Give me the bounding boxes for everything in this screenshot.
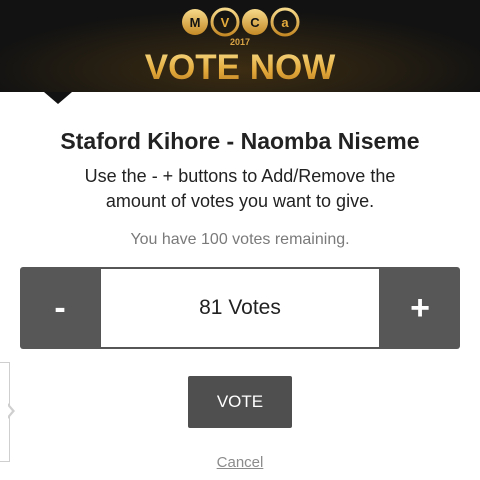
increase-votes-button[interactable]: +	[380, 267, 460, 349]
candidate-title: Staford Kihore - Naomba Niseme	[60, 128, 420, 154]
instructions-line-2: amount of votes you want to give.	[105, 191, 375, 211]
header-banner: M V C a 2017 VOTE NOW	[0, 0, 480, 92]
mvca-logo: M V C a 2017	[182, 7, 300, 46]
svg-text:V: V	[221, 15, 230, 30]
vote-now-title: VOTE NOW	[0, 48, 480, 88]
logo-year: 2017	[230, 37, 250, 46]
vote-button[interactable]: VOTE	[188, 376, 292, 428]
banner-pointer	[44, 92, 72, 104]
decrease-votes-button[interactable]: -	[20, 267, 100, 349]
vote-count-display: 81 Votes	[100, 268, 380, 348]
cancel-link[interactable]: Cancel	[0, 454, 480, 471]
instructions-text: Use the - + buttons to Add/Remove the am…	[60, 164, 420, 214]
svg-text:C: C	[250, 15, 260, 30]
svg-text:a: a	[281, 15, 289, 30]
instructions-line-1: Use the - + buttons to Add/Remove the	[84, 166, 396, 186]
side-tab-arrow-inner	[7, 405, 12, 417]
svg-text:M: M	[190, 15, 201, 30]
votes-remaining-text: You have 100 votes remaining.	[130, 231, 350, 248]
vote-stepper: - 81 Votes +	[20, 267, 460, 349]
